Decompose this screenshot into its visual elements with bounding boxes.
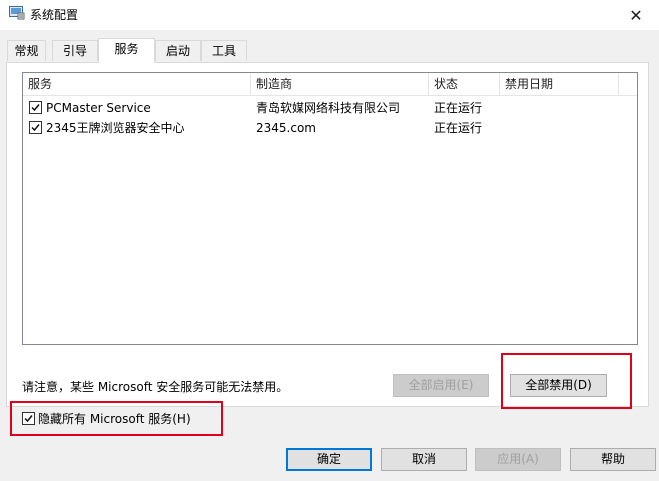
enable-all-button[interactable]: 全部启用(E): [393, 374, 489, 397]
service-checkbox[interactable]: [29, 101, 42, 114]
column-header-service[interactable]: 服务: [23, 73, 251, 95]
close-button[interactable]: ✕: [613, 0, 659, 30]
column-header-manufacturer[interactable]: 制造商: [251, 73, 429, 95]
services-list[interactable]: 服务 制造商 状态 禁用日期 PCMaster Service 青岛软媒网络科技…: [22, 72, 638, 345]
tab-tools[interactable]: 工具: [201, 40, 247, 61]
hide-ms-label: 隐藏所有 Microsoft 服务(H): [38, 412, 191, 426]
tab-general[interactable]: 常规: [7, 40, 46, 61]
tab-boot[interactable]: 引导: [52, 40, 98, 61]
close-icon: ✕: [629, 5, 643, 25]
service-name: 2345王牌浏览器安全中心: [46, 121, 185, 135]
tab-startup[interactable]: 启动: [155, 40, 201, 61]
service-manufacturer: 2345.com: [256, 121, 316, 135]
list-header: 服务 制造商 状态 禁用日期: [23, 73, 637, 96]
column-header-status[interactable]: 状态: [429, 73, 500, 95]
service-manufacturer: 青岛软媒网络科技有限公司: [256, 101, 401, 115]
msconfig-icon: [9, 6, 25, 20]
title-bar: 系统配置 ✕: [0, 0, 659, 30]
service-checkbox[interactable]: [29, 121, 42, 134]
checkmark-icon: [31, 104, 40, 112]
table-row[interactable]: 2345王牌浏览器安全中心 2345.com 正在运行: [23, 118, 637, 138]
ok-button[interactable]: 确定: [286, 448, 372, 471]
apply-button[interactable]: 应用(A): [475, 448, 561, 471]
security-note: 请注意，某些 Microsoft 安全服务可能无法禁用。: [22, 380, 289, 394]
column-header-disabled-date[interactable]: 禁用日期: [500, 73, 619, 95]
service-name: PCMaster Service: [46, 101, 151, 115]
checkmark-icon: [31, 124, 40, 132]
hide-ms-checkbox[interactable]: [22, 412, 35, 425]
checkmark-icon: [24, 415, 33, 423]
table-row[interactable]: PCMaster Service 青岛软媒网络科技有限公司 正在运行: [23, 98, 637, 118]
service-status: 正在运行: [434, 121, 483, 135]
window-title: 系统配置: [30, 8, 79, 22]
cancel-button[interactable]: 取消: [381, 448, 467, 471]
service-status: 正在运行: [434, 101, 483, 115]
tab-services[interactable]: 服务: [98, 38, 155, 63]
dialog-body: 常规 引导 服务 启动 工具 服务 制造商 状态 禁用日期 PCMaster S…: [0, 30, 659, 481]
services-panel: 服务 制造商 状态 禁用日期 PCMaster Service 青岛软媒网络科技…: [6, 62, 649, 407]
help-button[interactable]: 帮助: [570, 448, 656, 471]
disable-all-button[interactable]: 全部禁用(D): [510, 374, 607, 397]
